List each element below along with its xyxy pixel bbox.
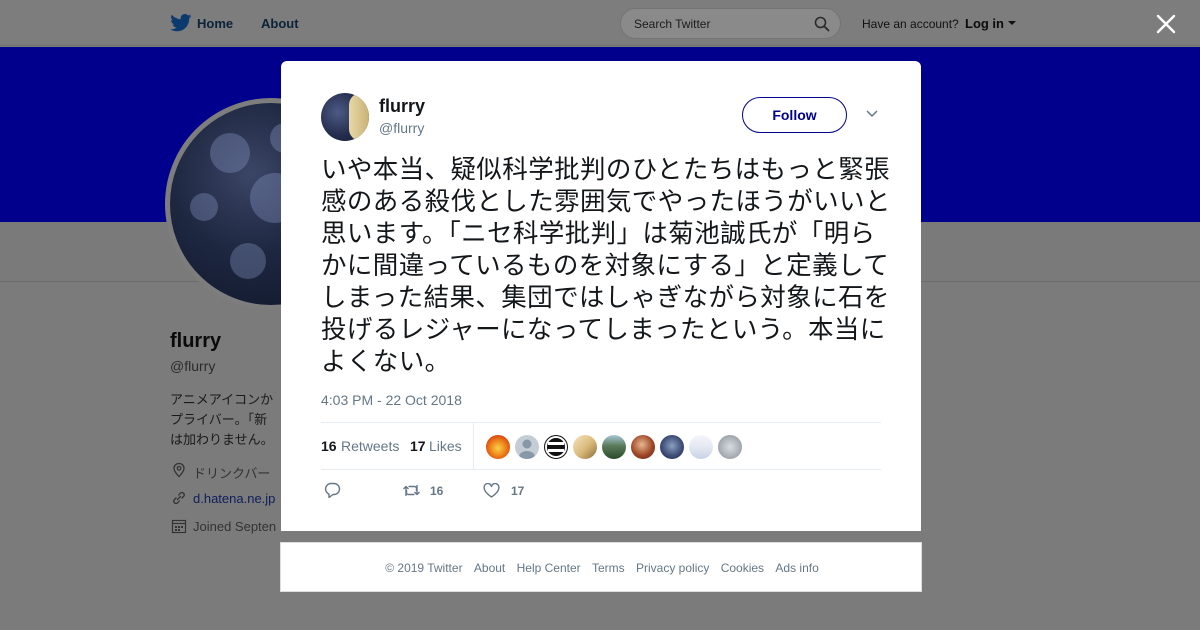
modal-footer: © 2019 Twitter About Help Center Terms P… bbox=[280, 542, 922, 592]
tweet-stats: 16 Retweets 17 Likes bbox=[321, 422, 881, 470]
footer-link-help-center[interactable]: Help Center bbox=[517, 561, 581, 575]
link-icon bbox=[173, 491, 185, 505]
footer-link-ads-info[interactable]: Ads info bbox=[775, 561, 818, 575]
liker-avatar[interactable] bbox=[660, 435, 684, 459]
profile-joined-date: Joined Septen bbox=[193, 519, 277, 534]
tweet-author-avatar[interactable] bbox=[321, 93, 369, 141]
footer-links: © 2019 Twitter About Help Center Terms P… bbox=[281, 561, 923, 575]
reply-icon[interactable] bbox=[324, 482, 341, 498]
avatar-character-hair bbox=[349, 93, 369, 141]
tweet-author-name[interactable]: flurry bbox=[379, 96, 425, 117]
liker-avatar[interactable] bbox=[689, 435, 713, 459]
liker-avatar[interactable] bbox=[602, 435, 626, 459]
tweet-timestamp[interactable]: 4:03 PM - 22 Oct 2018 bbox=[321, 392, 462, 408]
likes-count[interactable]: 17 bbox=[410, 438, 426, 454]
profile-bio-line: プライバー。「新 bbox=[170, 412, 268, 427]
profile-location: ドリンクバー bbox=[193, 466, 271, 481]
tweet-text: いや本当、疑似科学批判のひとたちはもっと緊張感のある殺伐とした雰囲気でやったほう… bbox=[321, 155, 891, 377]
tweet-actions: 16 17 bbox=[321, 481, 881, 501]
calendar-icon bbox=[171, 519, 187, 534]
profile-handle: @flurry bbox=[170, 358, 216, 374]
liker-avatar[interactable] bbox=[573, 435, 597, 459]
footer-link-privacy-policy[interactable]: Privacy policy bbox=[636, 561, 709, 575]
caret-down-icon[interactable] bbox=[1008, 21, 1016, 25]
tweet-author-handle[interactable]: @flurry bbox=[379, 120, 424, 136]
chevron-down-icon[interactable] bbox=[865, 109, 879, 119]
liker-avatar[interactable] bbox=[486, 435, 510, 459]
liker-avatar[interactable] bbox=[544, 435, 568, 459]
retweet-action-count: 16 bbox=[430, 484, 444, 498]
top-navigation-bar: Home About Search Twitter Have an accoun… bbox=[0, 0, 1200, 46]
nav-home-link[interactable]: Home bbox=[197, 16, 233, 31]
nav-about-link[interactable]: About bbox=[261, 16, 299, 31]
follow-button[interactable]: Follow bbox=[742, 97, 847, 133]
footer-link-about[interactable]: About bbox=[474, 561, 505, 575]
location-pin-icon bbox=[173, 462, 185, 478]
login-button[interactable]: Log in bbox=[965, 16, 1004, 31]
liker-avatar[interactable] bbox=[718, 435, 742, 459]
like-action-count: 17 bbox=[511, 484, 525, 498]
likes-label[interactable]: Likes bbox=[429, 438, 462, 454]
footer-link-cookies[interactable]: Cookies bbox=[721, 561, 764, 575]
retweet-icon[interactable] bbox=[402, 483, 421, 498]
search-icon[interactable] bbox=[814, 16, 830, 32]
retweets-count[interactable]: 16 bbox=[321, 438, 337, 454]
liker-avatar[interactable] bbox=[515, 435, 539, 459]
footer-link-terms[interactable]: Terms bbox=[592, 561, 625, 575]
footer-copyright: © 2019 Twitter bbox=[385, 561, 463, 575]
profile-name[interactable]: flurry bbox=[170, 330, 221, 353]
profile-bio-line: アニメアイコンか bbox=[170, 392, 274, 407]
retweets-label[interactable]: Retweets bbox=[341, 438, 399, 454]
liker-avatar[interactable] bbox=[631, 435, 655, 459]
search-input[interactable]: Search Twitter bbox=[620, 8, 841, 39]
twitter-bird-icon[interactable] bbox=[170, 14, 192, 32]
tweet-modal: flurry @flurry Follow いや本当、疑似科学批判のひとたちはも… bbox=[281, 61, 921, 531]
close-icon[interactable] bbox=[1155, 13, 1177, 35]
profile-bio-line: は加わりません。 bbox=[170, 432, 274, 447]
have-account-text: Have an account? bbox=[862, 17, 959, 31]
search-placeholder: Search Twitter bbox=[634, 17, 711, 31]
heart-icon[interactable] bbox=[483, 483, 500, 498]
profile-website-link[interactable]: d.hatena.ne.jp bbox=[193, 491, 275, 506]
stats-divider bbox=[473, 423, 474, 469]
